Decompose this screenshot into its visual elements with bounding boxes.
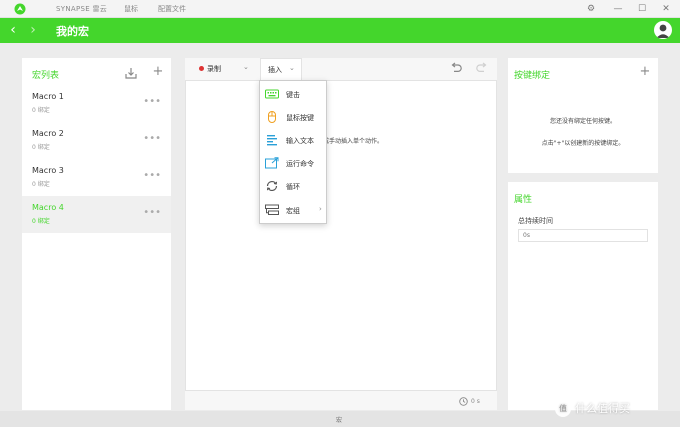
menu-item-macro-group[interactable]: 宏组 › [260, 199, 326, 222]
footer-label: 宏 [336, 417, 343, 424]
add-macro-button[interactable]: + [151, 65, 165, 79]
macro-list-panel: 宏列表 + Macro 1 0 绑定 ••• Macro 2 0 绑定 ••• … [22, 58, 171, 410]
macro-group-icon [265, 204, 279, 215]
macro-name: Macro 1 [32, 92, 64, 101]
editor-toolbar: 录制 ⌄ 插入 ⌄ [185, 58, 497, 80]
insert-dropdown-menu: 键击 鼠标按键 输入文本 运行命令 循环 宏组 › [259, 80, 327, 224]
user-avatar-icon [656, 24, 670, 38]
create-binding-hint: 点击"+"以创建新的按键绑定。 [541, 140, 625, 147]
submenu-chevron-icon: › [319, 205, 322, 213]
menu-item-type-text[interactable]: 输入文本 [260, 129, 326, 152]
menu-item-run-command[interactable]: 运行命令 [260, 152, 326, 175]
total-duration-input[interactable] [518, 229, 648, 242]
run-command-icon [265, 157, 279, 169]
mouse-icon [268, 111, 276, 123]
more-options-icon[interactable]: ••• [143, 207, 161, 218]
more-options-icon[interactable]: ••• [143, 133, 161, 144]
macro-list-item[interactable]: Macro 3 0 绑定 ••• [22, 159, 171, 196]
macro-name: Macro 4 [32, 203, 64, 212]
macro-binding-count: 0 绑定 [32, 107, 50, 114]
razer-logo-icon [14, 3, 26, 15]
macro-list-item-selected[interactable]: Macro 4 0 绑定 ••• [22, 196, 171, 233]
menu-profile[interactable]: 配置文件 [158, 4, 186, 14]
avatar[interactable] [654, 21, 672, 39]
insert-button[interactable]: 插入 ⌄ [260, 58, 302, 80]
macro-list-title: 宏列表 [32, 71, 60, 81]
total-duration-readout: 0 s [471, 398, 480, 405]
clock-icon [459, 397, 468, 406]
menu-item-label: 循环 [286, 183, 300, 191]
key-bindings-title: 按键绑定 [514, 71, 551, 81]
loop-icon [266, 180, 278, 192]
properties-title: 属性 [514, 195, 533, 205]
menu-item-mouse-button[interactable]: 鼠标按键 [260, 106, 326, 129]
macro-action-canvas[interactable]: 作或手动插入单个动作。 [185, 80, 497, 391]
close-icon[interactable]: ✕ [659, 2, 673, 16]
record-dropdown-chevron-icon[interactable]: ⌄ [243, 63, 249, 71]
more-options-icon[interactable]: ••• [143, 96, 161, 107]
undo-icon[interactable] [449, 61, 463, 75]
macro-binding-count: 0 绑定 [32, 144, 50, 151]
watermark-badge: 值 [555, 401, 571, 417]
no-bindings-message: 您还没有绑定任何按键。 [549, 118, 616, 125]
macro-binding-count: 0 绑定 [32, 181, 50, 188]
text-icon [267, 135, 277, 146]
settings-gear-icon[interactable]: ⚙ [584, 2, 598, 16]
menu-item-label: 鼠标按键 [286, 114, 314, 122]
record-dot-icon [199, 66, 204, 71]
properties-panel: 属性 总持续时间 [508, 182, 658, 410]
back-arrow-icon[interactable]: ‹ [6, 22, 20, 38]
keyboard-icon [265, 89, 279, 99]
page-header: ‹ › 我的宏 [0, 18, 680, 43]
key-bindings-panel: 按键绑定 + 您还没有绑定任何按键。 点击"+"以创建新的按键绑定。 [508, 58, 658, 173]
menu-item-label: 输入文本 [286, 137, 314, 145]
macro-list-item[interactable]: Macro 1 0 绑定 ••• [22, 85, 171, 122]
menu-item-label: 宏组 [286, 207, 300, 215]
menu-item-loop[interactable]: 循环 [260, 175, 326, 198]
forward-arrow-icon[interactable]: › [26, 22, 40, 38]
macro-binding-count: 0 绑定 [32, 218, 50, 225]
watermark-text: 什么值得买 [575, 402, 630, 415]
macro-list-item[interactable]: Macro 2 0 绑定 ••• [22, 122, 171, 159]
record-button[interactable]: 录制 [207, 64, 221, 74]
page-title: 我的宏 [56, 25, 89, 38]
watermark: 值什么值得买 [555, 400, 630, 417]
maximize-icon[interactable]: ☐ [635, 2, 649, 16]
total-duration-label: 总持续时间 [518, 217, 553, 225]
minimize-icon[interactable]: — [611, 2, 625, 16]
insert-chevron-icon: ⌄ [289, 64, 295, 72]
redo-icon[interactable] [475, 61, 489, 75]
menu-mouse[interactable]: 鼠标 [124, 4, 138, 14]
app-title: SYNAPSE 雷云 [56, 5, 108, 13]
macro-editor-panel: 录制 ⌄ 插入 ⌄ 作或手动插入单个动作。 0 s [185, 58, 497, 410]
menu-item-label: 运行命令 [286, 160, 314, 168]
macro-name: Macro 2 [32, 129, 64, 138]
title-bar: SYNAPSE 雷云 鼠标 配置文件 ⚙ — ☐ ✕ [0, 0, 680, 18]
import-download-icon[interactable] [124, 66, 138, 80]
add-binding-button[interactable]: + [638, 65, 652, 79]
insert-label: 插入 [268, 66, 282, 74]
menu-item-keystroke[interactable]: 键击 [260, 83, 326, 106]
macro-name: Macro 3 [32, 166, 64, 175]
menu-item-label: 键击 [286, 91, 300, 99]
more-options-icon[interactable]: ••• [143, 170, 161, 181]
